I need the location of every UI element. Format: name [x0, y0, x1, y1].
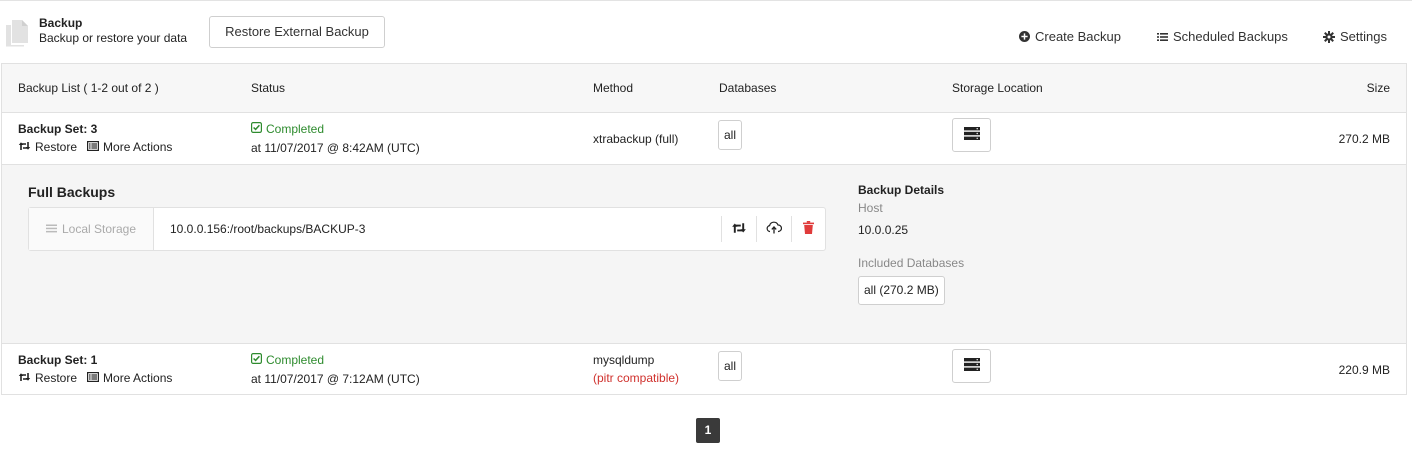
scheduled-backups-link[interactable]: Scheduled Backups [1157, 29, 1288, 44]
page-header: Backup Backup or restore your data Resto… [0, 1, 1412, 63]
backup-set-name: Backup Set: 3 [18, 122, 98, 136]
retweet-icon [731, 222, 747, 237]
status-time: at 11/07/2017 @ 8:42AM (UTC) [251, 141, 420, 155]
included-databases-button[interactable]: all (270.2 MB) [858, 276, 945, 305]
backup-set-name: Backup Set: 1 [18, 353, 98, 367]
backup-table: Backup List ( 1-2 out of 2 ) Status Meth… [1, 63, 1407, 395]
restore-label: Restore [35, 140, 78, 154]
restore-external-backup-button[interactable]: Restore External Backup [209, 16, 385, 48]
status-completed: Completed [251, 353, 420, 367]
storage-location-button[interactable] [952, 118, 991, 152]
col-databases: Databases [719, 81, 777, 95]
host-value: 10.0.0.25 [858, 223, 909, 237]
method-note: (pitr compatible) [593, 371, 680, 385]
check-square-icon [251, 353, 263, 367]
settings-label: Settings [1340, 29, 1387, 44]
more-actions-button[interactable]: More Actions [87, 140, 172, 154]
list-alt-icon [87, 140, 100, 154]
more-actions-label: More Actions [103, 140, 173, 154]
page-subtitle: Backup or restore your data [39, 31, 188, 45]
backup-details-title: Backup Details [858, 183, 945, 197]
gear-icon [1323, 30, 1335, 43]
more-actions-label: More Actions [103, 371, 173, 385]
col-size: Size [1366, 81, 1390, 95]
col-status: Status [251, 81, 286, 95]
upload-backup-button[interactable] [756, 216, 790, 242]
row-actions: Restore More Actions [18, 371, 172, 385]
retweet-icon [18, 371, 31, 385]
status-label: Completed [266, 353, 325, 367]
col-storage-location: Storage Location [952, 81, 1043, 95]
cloud-upload-icon [766, 221, 782, 237]
status-cell: Completed at 11/07/2017 @ 7:12AM (UTC) [251, 353, 420, 386]
method-cell: xtrabackup (full) [593, 132, 679, 146]
list-icon [45, 222, 57, 236]
col-backup-list: Backup List ( 1-2 out of 2 ) [18, 81, 159, 95]
status-label: Completed [266, 122, 325, 136]
more-actions-button[interactable]: More Actions [87, 371, 172, 385]
status-completed: Completed [251, 122, 420, 136]
storage-entry: Local Storage 10.0.0.156:/root/backups/B… [28, 207, 826, 251]
pagination-page-1[interactable]: 1 [696, 418, 720, 443]
status-time: at 11/07/2017 @ 7:12AM (UTC) [251, 372, 420, 386]
backup-set-cell: Backup Set: 3 Restore More Actions [18, 122, 172, 154]
server-icon [963, 358, 980, 374]
plus-circle-icon [1019, 31, 1030, 42]
restore-label: Restore [35, 371, 78, 385]
backup-set-cell: Backup Set: 1 Restore More Actions [18, 353, 172, 385]
col-method: Method [593, 81, 634, 95]
row-actions: Restore More Actions [18, 140, 172, 154]
storage-location-button[interactable] [952, 349, 991, 383]
backup-detail-panel: Full Backups Local Storage 10.0.0.156:/r… [2, 165, 1406, 343]
retweet-icon [18, 140, 31, 154]
restore-button[interactable]: Restore [18, 140, 77, 154]
size-cell: 220.9 MB [1338, 363, 1390, 377]
scheduled-backups-label: Scheduled Backups [1173, 29, 1288, 44]
document-icon [4, 19, 30, 47]
databases-button[interactable]: all [718, 351, 742, 381]
restore-backup-button[interactable] [721, 216, 755, 242]
databases-button[interactable]: all [718, 120, 742, 150]
backup-path: 10.0.0.156:/root/backups/BACKUP-3 [170, 222, 366, 236]
included-databases-label: Included Databases [858, 256, 965, 270]
settings-link[interactable]: Settings [1323, 29, 1387, 44]
delete-backup-button[interactable] [791, 216, 825, 242]
local-storage-label: Local Storage [29, 208, 154, 250]
create-backup-label: Create Backup [1035, 29, 1121, 44]
trash-icon [803, 221, 814, 237]
page-title: Backup [39, 16, 83, 30]
table-header: Backup List ( 1-2 out of 2 ) Status Meth… [2, 64, 1406, 113]
method-cell: mysqldump (pitr compatible) [593, 353, 679, 385]
server-icon [963, 127, 980, 143]
restore-button[interactable]: Restore [18, 371, 77, 385]
list-alt-icon [87, 371, 100, 385]
full-backups-title: Full Backups [28, 184, 116, 200]
method-label: mysqldump [593, 353, 655, 367]
title-block: Backup Backup or restore your data [39, 16, 187, 46]
table-row[interactable]: Backup Set: 3 Restore More Actions Compl… [2, 113, 1406, 165]
check-square-icon [251, 122, 263, 136]
host-label: Host [858, 201, 883, 215]
status-cell: Completed at 11/07/2017 @ 8:42AM (UTC) [251, 122, 420, 155]
list-icon [1157, 32, 1168, 42]
create-backup-link[interactable]: Create Backup [1019, 29, 1121, 44]
table-row[interactable]: Backup Set: 1 Restore More Actions Compl… [2, 343, 1406, 394]
size-cell: 270.2 MB [1338, 132, 1390, 146]
